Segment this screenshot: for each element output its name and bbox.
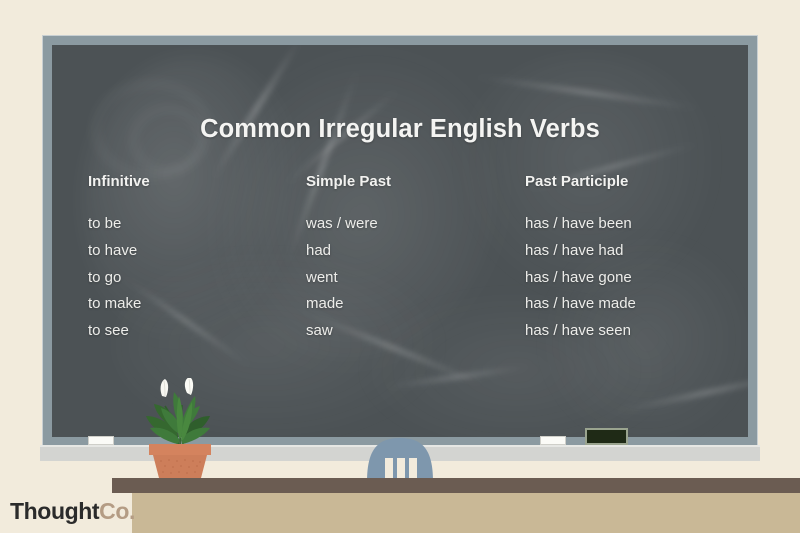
verb-column-past-participle: Past Participle has / have been has / ha… (525, 173, 636, 345)
verb-cell: to see (88, 322, 129, 340)
verb-cell: has / have gone (525, 268, 632, 286)
column-header-infinitive: Infinitive (88, 173, 150, 190)
thoughtco-logo: ThoughtCo. (10, 498, 135, 525)
chalk-stick-icon (88, 436, 114, 445)
verb-cell: had (306, 241, 332, 259)
logo-primary-text: Thought (10, 498, 100, 524)
verb-cell: has / have seen (525, 322, 631, 340)
verb-cell: made (306, 295, 344, 313)
column-header-simple-past: Simple Past (306, 173, 392, 190)
verb-cell: has / have made (525, 295, 636, 313)
board-title: Common Irregular English Verbs (200, 115, 600, 143)
classroom-scene: Common Irregular English Verbs Infinitiv… (0, 0, 800, 533)
chalk-stick-icon (540, 436, 566, 445)
verb-cell: to have (88, 241, 138, 259)
verb-column-infinitive: Infinitive to be to have to go to make t… (88, 173, 150, 345)
verb-cell: has / have been (525, 215, 632, 232)
logo-accent-text: Co. (99, 498, 136, 524)
verb-cell: to be (88, 215, 122, 232)
flower (160, 379, 169, 397)
verb-cell: was / were (306, 215, 378, 232)
verb-cell: to go (88, 268, 122, 286)
column-header-past-participle: Past Participle (525, 173, 629, 190)
potted-plant-icon (132, 378, 228, 478)
blackboard-eraser-icon (585, 428, 628, 445)
desk-front-panel (132, 493, 800, 533)
flower (184, 378, 194, 395)
verb-column-simple-past: Simple Past was / were had went made saw (306, 173, 391, 345)
verb-cell: went (306, 268, 338, 286)
verb-cell: to make (88, 295, 142, 313)
desk-surface (112, 478, 800, 493)
verb-cell: has / have had (525, 241, 624, 259)
verb-cell: saw (306, 322, 333, 340)
classroom-chair-icon (350, 432, 450, 482)
